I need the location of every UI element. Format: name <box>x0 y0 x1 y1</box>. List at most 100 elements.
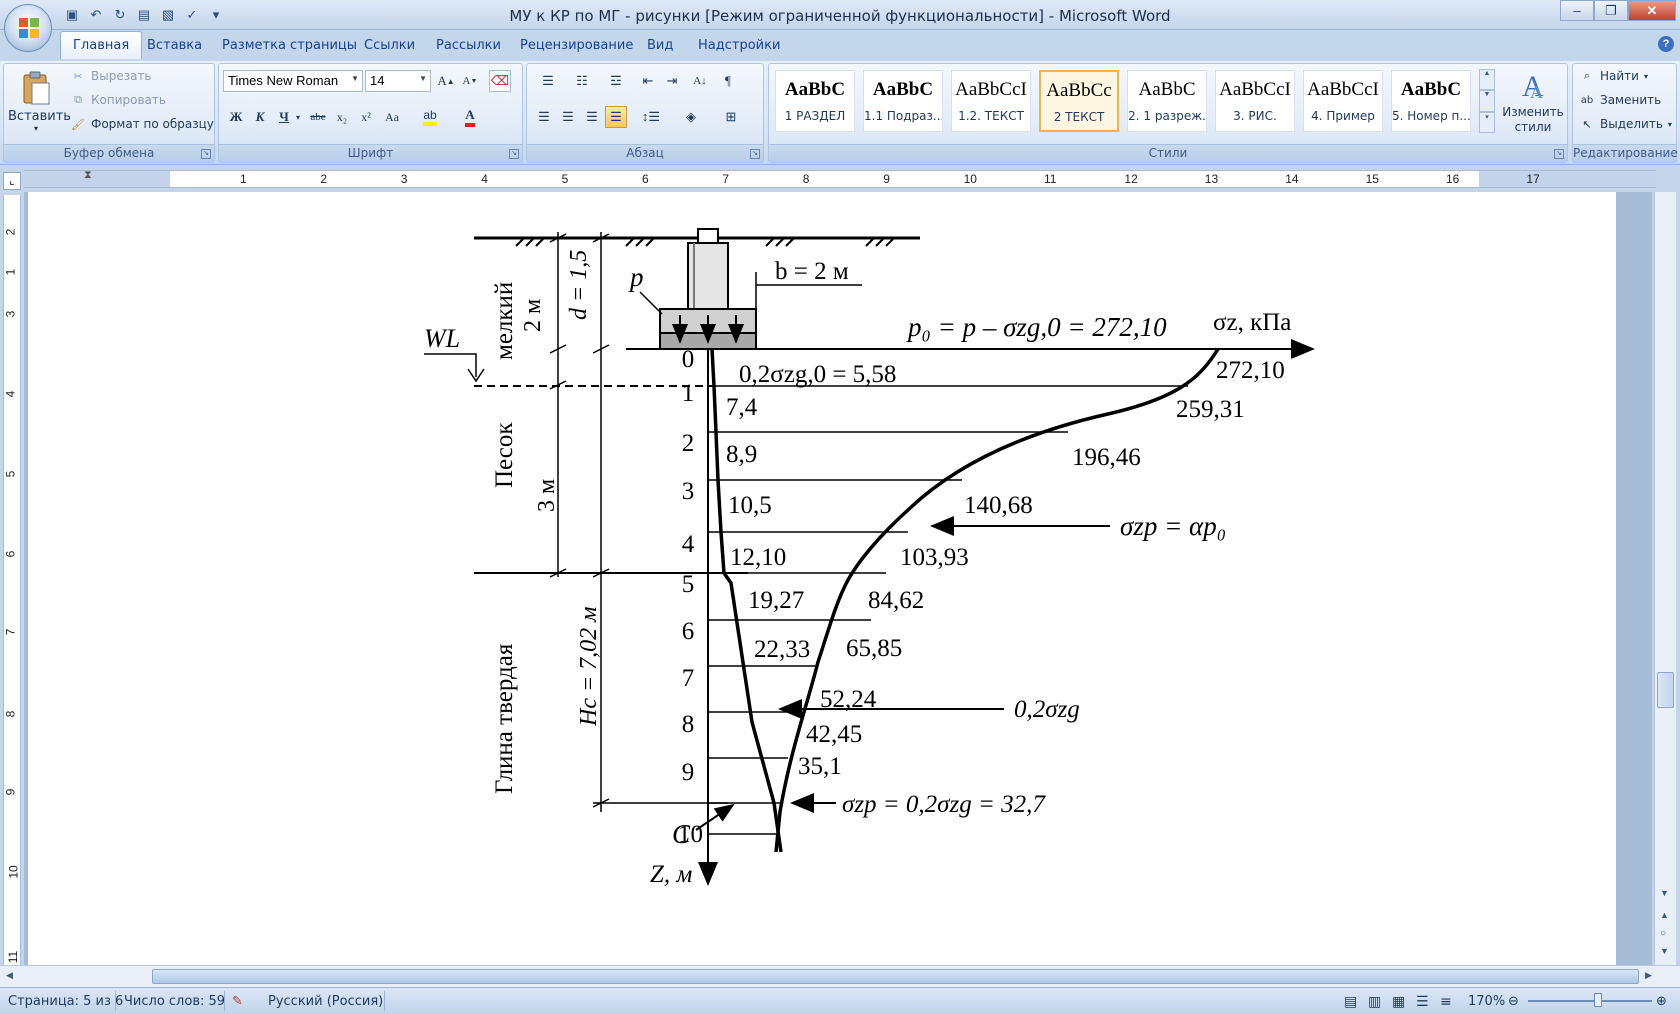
style-tile[interactable]: AaBbC 1 РАЗДЕЛ <box>775 70 855 132</box>
scroll-left-icon[interactable]: ◀ <box>6 970 13 981</box>
proofing-icon[interactable]: ✎ <box>232 994 243 1009</box>
scissors-icon: ✂ <box>73 69 83 83</box>
zoom-slider[interactable] <box>1528 1000 1652 1002</box>
align-left-button[interactable]: ☰ <box>533 106 555 128</box>
outline-icon[interactable]: ☰ <box>1416 994 1429 1010</box>
increase-indent-button[interactable]: ⇥ <box>661 70 683 92</box>
grow-font-button[interactable]: A ▲ <box>435 70 457 92</box>
change-styles-button[interactable]: A A Изменить стили <box>1499 66 1567 144</box>
tab-view[interactable]: Вид <box>647 38 673 53</box>
tab-insert[interactable]: Вставка <box>147 38 202 53</box>
select-button[interactable]: ↖ Выделить ▾ <box>1579 116 1672 132</box>
style-tile[interactable]: AaBbCcI 3. РИС. <box>1215 70 1295 132</box>
zoom-out-icon[interactable]: ⊖ <box>1508 994 1519 1009</box>
vertical-scroll-thumb[interactable] <box>1657 672 1674 708</box>
font-name-combo[interactable]: Times New Roman ▼ <box>223 70 363 92</box>
bold-button[interactable]: Ж <box>225 106 247 128</box>
superscript-button[interactable]: x² <box>355 106 377 128</box>
tab-review[interactable]: Рецензирование <box>520 38 633 53</box>
font-color-button[interactable]: A <box>455 106 485 128</box>
shrink-font-button[interactable]: A ▼ <box>459 70 481 92</box>
zoom-slider-thumb[interactable] <box>1594 993 1602 1007</box>
scroll-right-icon[interactable]: ▶ <box>1645 970 1652 981</box>
style-tile[interactable]: AaBbCc 2 ТЕКСТ <box>1039 70 1119 132</box>
zoom-in-icon[interactable]: ⊕ <box>1656 994 1667 1009</box>
vertical-ruler[interactable]: 2 1 3 4 5 6 7 8 9 10 11 <box>3 195 21 965</box>
font-size-combo[interactable]: 14 ▼ <box>365 70 431 92</box>
full-screen-reading-icon[interactable]: ▥ <box>1368 994 1381 1010</box>
highlight-button[interactable]: ab <box>415 106 445 128</box>
styles-group: AaBbC 1 РАЗДЕЛ AaBbC 1.1 Подраз... AaBbCcI 1.… <box>768 63 1568 163</box>
justify-button[interactable]: ☰ <box>605 106 627 128</box>
prev-page-icon[interactable]: ▲ <box>1660 910 1669 920</box>
scroll-down-icon[interactable]: ▼ <box>1660 888 1669 898</box>
horizontal-scrollbar[interactable]: ◀ ▶ <box>0 965 1680 987</box>
maximize-button[interactable]: ❐ <box>1594 0 1628 21</box>
style-tile[interactable]: AaBbC 5. Номер п... <box>1391 70 1471 132</box>
styles-gallery-scroll[interactable]: ▲ ▼ ▾ <box>1479 69 1495 133</box>
zoom-level[interactable]: 170% <box>1468 994 1505 1009</box>
office-button[interactable] <box>4 4 52 52</box>
cut-button[interactable]: ✂ Вырезать <box>70 68 151 84</box>
style-name: 1.2. ТЕКСТ <box>958 109 1024 123</box>
style-tile[interactable]: AaBbCcI 4. Пример <box>1303 70 1383 132</box>
show-marks-button[interactable]: ¶ <box>717 70 739 92</box>
multilevel-button[interactable]: ☲ <box>601 70 631 92</box>
style-tile[interactable]: AaBbCcI 1.2. ТЕКСТ <box>951 70 1031 132</box>
subscript-button[interactable]: x₂ <box>331 106 353 128</box>
font-launcher-icon[interactable]: ↘ <box>509 149 519 159</box>
word-count[interactable]: Число слов: 59 <box>124 994 225 1009</box>
find-button[interactable]: ⌕ Найти ▾ <box>1579 68 1648 84</box>
style-sample: AaBbC <box>1138 79 1196 100</box>
web-layout-icon[interactable]: ▦ <box>1392 994 1405 1010</box>
styles-launcher-icon[interactable]: ↘ <box>1554 149 1564 159</box>
underline-button[interactable]: Ч <box>273 106 295 128</box>
browse-object-icon[interactable]: ○ <box>1660 928 1666 939</box>
decrease-indent-button[interactable]: ⇤ <box>637 70 659 92</box>
italic-button[interactable]: К <box>249 106 271 128</box>
strikethrough-button[interactable]: abe <box>307 106 329 128</box>
help-icon[interactable]: ? <box>1658 36 1674 52</box>
copy-button[interactable]: ⧉ Копировать <box>70 92 166 108</box>
tab-mailings[interactable]: Рассылки <box>436 38 501 53</box>
clear-format-button[interactable]: ⌫ <box>489 70 511 92</box>
paragraph-launcher-icon[interactable]: ↘ <box>750 149 760 159</box>
document-page[interactable]: p b = 2 м p₀ = p – σzg,0 = 272,10 σz, кП… <box>28 192 1616 965</box>
clipboard-launcher-icon[interactable]: ↘ <box>201 149 211 159</box>
align-right-button[interactable]: ☰ <box>581 106 603 128</box>
replace-button[interactable]: ab Заменить <box>1579 92 1661 108</box>
numbering-button[interactable]: ☷ <box>567 70 597 92</box>
shading-button[interactable]: ◈ <box>675 106 707 128</box>
draft-icon[interactable]: ≡ <box>1440 994 1452 1010</box>
borders-button[interactable]: ⊞ <box>715 106 747 128</box>
indent-marker-icon[interactable]: ⧗ <box>84 169 92 182</box>
gallery-more-icon[interactable]: ▾ <box>1479 111 1495 133</box>
paste-button[interactable]: Вставить ▾ <box>8 68 71 138</box>
tab-page-layout[interactable]: Разметка страницы <box>222 38 357 53</box>
style-tile[interactable]: AaBbC 2. 1 разреж. <box>1127 70 1207 132</box>
underline-dropdown-icon[interactable]: ▾ <box>293 106 303 128</box>
gallery-up-icon[interactable]: ▲ <box>1479 69 1495 91</box>
horizontal-scroll-thumb[interactable] <box>152 969 1639 984</box>
minimize-button[interactable]: – <box>1560 0 1594 21</box>
tab-addins[interactable]: Надстройки <box>698 38 780 53</box>
style-tile[interactable]: AaBbC 1.1 Подраз... <box>863 70 943 132</box>
vertical-scrollbar[interactable]: ▼ ▲ ○ ▼ <box>1654 192 1676 965</box>
print-layout-icon[interactable]: ▤ <box>1344 994 1357 1010</box>
page-count[interactable]: Страница: 5 из 6 <box>8 994 123 1009</box>
line-spacing-button[interactable]: ↕☰ <box>635 106 667 128</box>
bullets-button[interactable]: ☰ <box>533 70 563 92</box>
horizontal-ruler[interactable]: 1 2 3 4 5 6 7 8 9 10 11 12 13 14 15 16 17 ⧗ <box>24 169 1656 188</box>
tab-references[interactable]: Ссылки <box>364 38 415 53</box>
format-painter-button[interactable]: 🖌 Формат по образцу <box>70 116 214 132</box>
sort-button[interactable]: A↓ <box>689 70 711 92</box>
next-page-icon[interactable]: ▼ <box>1660 946 1669 956</box>
tab-selector[interactable]: ⌞ <box>3 172 21 190</box>
language-indicator[interactable]: Русский (Россия) <box>268 994 383 1009</box>
depth-index: 6 <box>682 618 695 645</box>
close-button[interactable]: ✕ <box>1628 0 1676 21</box>
tab-home[interactable]: Главная <box>60 31 143 59</box>
change-case-button[interactable]: Aa <box>381 106 403 128</box>
align-center-button[interactable]: ☰ <box>557 106 579 128</box>
gallery-down-icon[interactable]: ▼ <box>1479 90 1495 112</box>
